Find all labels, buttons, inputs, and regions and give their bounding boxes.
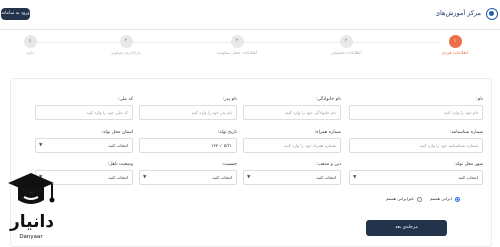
- gender-select[interactable]: انتخاب کنید ▼: [139, 170, 237, 185]
- father-name-label: نام پدر:: [222, 97, 237, 102]
- step-personal-info[interactable]: ۱ اطلاعات فردی: [425, 35, 485, 56]
- mobile-label: شماره همراه:: [314, 130, 341, 135]
- nationality-foreign-label: غیرایرانی هستم: [386, 196, 414, 201]
- logo-text: مرکز آموزش‌های مجازی: [436, 9, 481, 17]
- national-code-input[interactable]: کد ملی خود را وارد کنید: [35, 105, 133, 120]
- gender-label: جنسیت:: [221, 162, 237, 167]
- birth-date-field: تاریخ تولد: ۱۳۷۰/۰۵/۲۱: [139, 130, 237, 158]
- first-name-input[interactable]: نام خود را وارد کنید: [349, 105, 483, 120]
- step-label: اطلاعات فردی: [441, 51, 469, 56]
- mobile-field: شماره همراه: شماره همراه خود را وارد کنی…: [243, 130, 341, 158]
- step-number: ۴: [119, 35, 133, 48]
- religion-field: دین و مذهب: انتخاب کنید ▼: [243, 162, 341, 190]
- father-name-input[interactable]: نام پدر خود را وارد کنید: [139, 105, 237, 120]
- birth-date-input[interactable]: ۱۳۷۰/۰۵/۲۱: [139, 138, 237, 153]
- marital-status-value: انتخاب کنید: [108, 175, 128, 180]
- step-education-info[interactable]: ۲ اطلاعات تحصیلی: [316, 35, 376, 56]
- top-bar: ورود به سامانه مرکز آموزش‌های مجازی: [0, 0, 500, 30]
- mobile-input[interactable]: شماره همراه خود را وارد کنید: [243, 138, 341, 153]
- birth-city-select[interactable]: انتخاب کنید ▼: [349, 170, 483, 185]
- chevron-down-icon: ▼: [39, 143, 43, 148]
- watermark-subtext: Danyaar: [19, 234, 43, 240]
- birth-city-value: انتخاب کنید: [458, 175, 478, 180]
- gender-value: انتخاب کنید: [212, 175, 232, 180]
- birth-city-label: شهر محل تولد:: [454, 162, 483, 167]
- gender-field: جنسیت: انتخاب کنید ▼: [139, 162, 237, 190]
- religion-label: دین و مذهب:: [316, 162, 341, 167]
- danyaar-watermark-logo: دانیار Danyaar: [2, 170, 60, 246]
- step-label: تایید: [26, 51, 34, 56]
- step-label: بارگذاری تصاویر: [111, 51, 141, 56]
- step-number: ۵: [23, 35, 37, 48]
- step-confirm[interactable]: ۵ تایید: [0, 35, 60, 56]
- last-name-field: نام خانوادگی: نام خانوادگی خود را وارد ک…: [243, 97, 341, 125]
- father-name-field: نام پدر: نام پدر خود را وارد کنید: [139, 97, 237, 125]
- id-number-label: شماره شناسنامه:: [449, 130, 483, 135]
- marital-status-label: وضعیت تاهل:: [107, 162, 133, 167]
- site-logo[interactable]: مرکز آموزش‌های مجازی: [436, 7, 498, 27]
- religion-select[interactable]: انتخاب کنید ▼: [243, 170, 341, 185]
- chevron-down-icon: ▼: [143, 175, 147, 180]
- watermark-text: دانیار: [9, 212, 55, 232]
- birth-city-field: شهر محل تولد: انتخاب کنید ▼: [349, 162, 483, 190]
- national-code-field: کد ملی: کد ملی خود را وارد کنید: [35, 97, 133, 125]
- nationality-iranian-option[interactable]: ایرانی هستم: [430, 196, 461, 202]
- chevron-down-icon: ▼: [353, 175, 357, 180]
- first-name-field: نام: نام خود را وارد کنید: [349, 97, 483, 125]
- birth-province-label: استان محل تولد:: [101, 130, 133, 135]
- national-code-label: کد ملی:: [117, 97, 133, 102]
- step-label: اطلاعات محل سکونت: [216, 51, 258, 56]
- logo-emblem-icon: [486, 8, 498, 20]
- next-step-button[interactable]: مرحله‌ی بعد: [366, 220, 447, 236]
- step-number: ۳: [230, 35, 244, 48]
- step-number: ۱: [448, 35, 462, 48]
- step-upload-images[interactable]: ۴ بارگذاری تصاویر: [96, 35, 156, 56]
- id-number-input[interactable]: شماره شناسنامه خود را وارد کنید: [349, 138, 483, 153]
- birth-province-select[interactable]: انتخاب کنید ▼: [35, 138, 133, 153]
- progress-stepper: ۱ اطلاعات فردی ۲ اطلاعات تحصیلی ۳ اطلاعا…: [0, 30, 500, 70]
- nationality-foreign-option[interactable]: غیرایرانی هستم: [386, 196, 422, 202]
- last-name-input[interactable]: نام خانوادگی خود را وارد کنید: [243, 105, 341, 120]
- birth-province-field: استان محل تولد: انتخاب کنید ▼: [35, 130, 133, 158]
- login-button[interactable]: ورود به سامانه: [1, 8, 30, 20]
- step-label: اطلاعات تحصیلی: [330, 51, 362, 56]
- radio-unchecked-icon[interactable]: [416, 196, 422, 202]
- radio-checked-icon[interactable]: [455, 196, 461, 202]
- nationality-iranian-label: ایرانی هستم: [430, 196, 452, 201]
- step-number: ۲: [339, 35, 353, 48]
- last-name-label: نام خانوادگی:: [315, 97, 341, 102]
- first-name-label: نام:: [476, 97, 483, 102]
- religion-value: انتخاب کنید: [316, 175, 336, 180]
- birth-province-value: انتخاب کنید: [108, 143, 128, 148]
- id-number-field: شماره شناسنامه: شماره شناسنامه خود را وا…: [349, 130, 483, 158]
- birth-date-label: تاریخ تولد:: [217, 130, 237, 135]
- chevron-down-icon: ▼: [247, 175, 251, 180]
- graduation-cap-icon: [8, 173, 55, 204]
- step-residence-info[interactable]: ۳ اطلاعات محل سکونت: [207, 35, 267, 56]
